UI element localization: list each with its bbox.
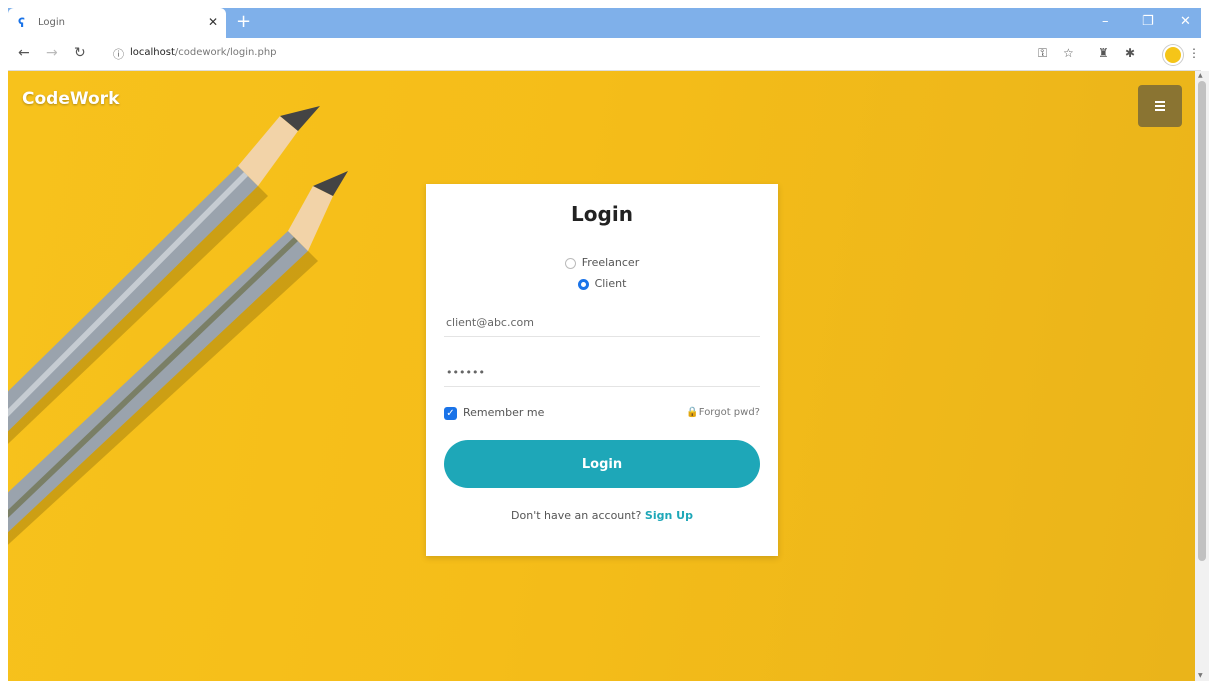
key-icon[interactable]: ⚿ xyxy=(1038,46,1047,61)
minimize-icon[interactable]: – xyxy=(1102,14,1109,29)
page-scrollbar[interactable]: ▲ ▼ xyxy=(1195,71,1209,681)
tab-title: Login xyxy=(38,17,65,28)
tab-bar: ʕ Login ✕ + – ❐ ✕ xyxy=(8,8,1201,38)
email-field[interactable] xyxy=(444,310,764,337)
signup-prompt: Don't have an account? xyxy=(511,509,642,522)
brand-logo[interactable]: CodeWork xyxy=(22,89,119,109)
signup-row: Don't have an account? Sign Up xyxy=(426,509,778,522)
radio-freelancer-label: Freelancer xyxy=(581,256,640,269)
password-input[interactable] xyxy=(444,365,764,380)
remember-label: Remember me xyxy=(463,406,545,419)
menu-line xyxy=(1155,105,1165,107)
restore-icon[interactable]: ❐ xyxy=(1142,14,1154,29)
new-tab-icon[interactable]: + xyxy=(236,12,251,32)
email-input[interactable] xyxy=(444,315,764,330)
menu-line xyxy=(1155,101,1165,103)
forward-icon[interactable]: → xyxy=(46,45,58,61)
hamburger-menu-button[interactable] xyxy=(1138,85,1182,127)
login-card: Login Freelancer Client ✓ Remember me 🔒Fo… xyxy=(426,184,778,556)
lock-icon: 🔒 xyxy=(686,407,699,418)
signup-link[interactable]: Sign Up xyxy=(645,509,693,522)
page-background: CodeWork Login Freelancer Client ✓ Rememb… xyxy=(8,71,1195,681)
back-icon[interactable]: ← xyxy=(18,45,30,61)
reload-icon[interactable]: ↻ xyxy=(74,45,86,61)
url-host: localhost xyxy=(130,47,175,58)
info-icon[interactable]: ⓘ xyxy=(113,46,124,62)
radio-client-circle[interactable] xyxy=(577,278,589,290)
radio-freelancer[interactable]: Freelancer xyxy=(426,256,778,269)
scroll-thumb[interactable] xyxy=(1198,81,1206,561)
browser-toolbar: ← → ↻ ⓘ localhost/codework/login.php ⚿ ☆… xyxy=(8,38,1201,71)
puzzle-icon[interactable]: ✱ xyxy=(1125,46,1135,60)
remember-me[interactable]: ✓ Remember me xyxy=(444,406,544,420)
address-bar[interactable]: localhost/codework/login.php xyxy=(130,47,277,58)
radio-client-label: Client xyxy=(594,277,627,290)
extension-icon[interactable]: ♜ xyxy=(1098,46,1109,60)
remember-checkbox[interactable]: ✓ xyxy=(444,406,457,420)
scroll-up-icon[interactable]: ▲ xyxy=(1198,72,1203,79)
url-path: /codework/login.php xyxy=(174,47,277,58)
menu-line xyxy=(1155,109,1165,111)
browser-tab[interactable]: ʕ Login ✕ xyxy=(8,8,226,38)
close-tab-icon[interactable]: ✕ xyxy=(208,15,218,29)
forgot-label: Forgot pwd? xyxy=(698,407,760,418)
radio-client[interactable]: Client xyxy=(426,277,778,290)
pencils-image xyxy=(8,106,348,545)
star-icon[interactable]: ☆ xyxy=(1063,46,1074,60)
window-edge xyxy=(0,0,8,681)
radio-freelancer-circle[interactable] xyxy=(564,257,576,269)
login-title: Login xyxy=(571,202,633,226)
password-field[interactable] xyxy=(444,360,764,387)
more-menu-icon[interactable]: ⋮ xyxy=(1188,46,1200,60)
login-button[interactable]: Login xyxy=(444,440,760,488)
close-window-icon[interactable]: ✕ xyxy=(1180,14,1191,29)
scroll-down-icon[interactable]: ▼ xyxy=(1198,672,1203,679)
forgot-password-link[interactable]: 🔒Forgot pwd? xyxy=(686,407,760,418)
profile-avatar[interactable] xyxy=(1163,45,1183,65)
favicon-icon: ʕ xyxy=(18,16,25,30)
